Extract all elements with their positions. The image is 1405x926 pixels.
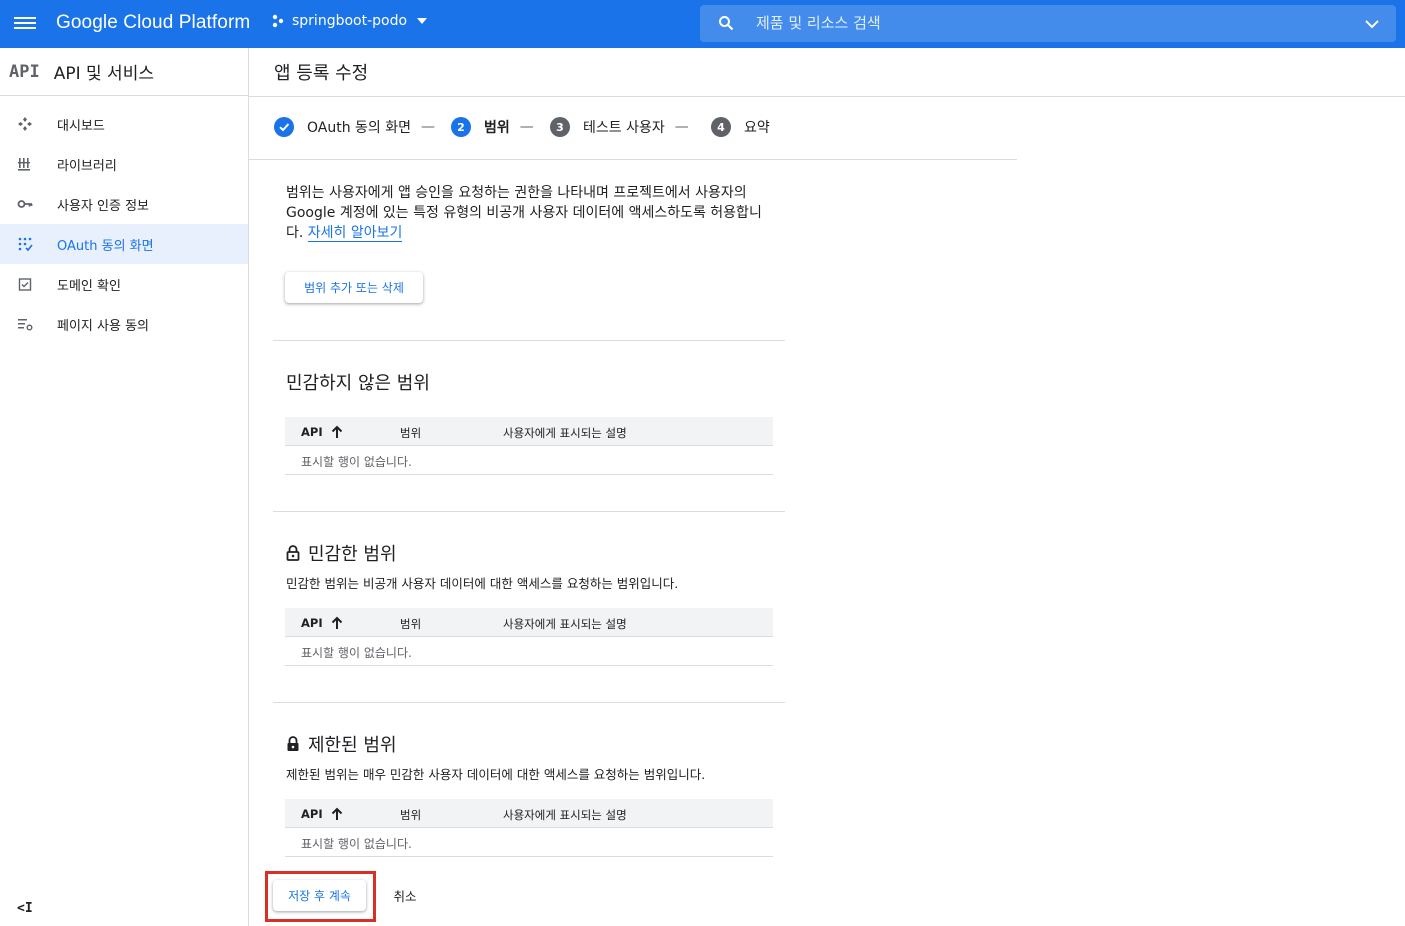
step-label: 테스트 사용자 (583, 120, 665, 136)
section-title: 민감하지 않은 범위 (286, 369, 430, 395)
column-label: API (301, 807, 323, 821)
project-name: springboot-podo (292, 13, 408, 29)
section-subtitle: 제한된 범위는 매우 민감한 사용자 데이터에 대한 액세스를 요청하는 범위입… (286, 767, 706, 782)
scopes-table: API 범위 사용자에게 표시되는 설명 표시할 행이 없습니다. (285, 799, 773, 857)
column-api[interactable]: API (301, 807, 343, 821)
domain-check-icon (18, 278, 32, 291)
main-content: 앱 등록 수정 OAuth 동의 화면 — 2 범위 — 3 테스트 사용자 —… (249, 48, 1405, 926)
step-number: 3 (550, 117, 570, 137)
restricted-scopes-section: 제한된 범위 제한된 범위는 매우 민감한 사용자 데이터에 대한 액세스를 요… (273, 702, 785, 872)
step-separator: — (674, 119, 689, 135)
arrow-up-icon (331, 425, 342, 438)
menu-icon[interactable] (14, 14, 36, 34)
add-remove-scopes-button[interactable]: 범위 추가 또는 삭제 (285, 272, 423, 303)
table-header: API 범위 사용자에게 표시되는 설명 (285, 799, 773, 828)
step-number: 2 (451, 117, 471, 137)
sidebar: API API 및 서비스 대시보드 라이브러리 사용자 인증 정보 OAuth… (0, 48, 249, 926)
sidebar-title: API 및 서비스 (53, 64, 154, 84)
sidebar-item-label: 도메인 확인 (57, 278, 121, 294)
page-settings-icon (18, 319, 33, 331)
sidebar-item-domain-verification[interactable]: 도메인 확인 (0, 264, 248, 304)
lock-icon (287, 736, 299, 751)
api-logo: API (9, 61, 40, 82)
step-test-users[interactable]: 3 테스트 사용자 — (550, 117, 689, 137)
chevron-down-icon[interactable] (1365, 17, 1379, 31)
sidebar-item-label: 라이브러리 (57, 158, 117, 174)
scope-description: 범위는 사용자에게 앱 승인을 요청하는 권한을 나타내며 프로젝트에서 사용자… (286, 183, 776, 243)
step-label: 요약 (744, 120, 770, 136)
dashboard-icon (18, 117, 32, 131)
sidebar-item-label: 페이지 사용 동의 (57, 318, 149, 334)
scopes-table: API 범위 사용자에게 표시되는 설명 표시할 행이 없습니다. (285, 608, 773, 666)
step-number: 4 (711, 117, 731, 137)
step-label: OAuth 동의 화면 (307, 120, 412, 136)
save-and-continue-button[interactable]: 저장 후 계속 (273, 880, 366, 911)
sensitive-scopes-section: 민감한 범위 민감한 범위는 비공개 사용자 데이터에 대한 액세스를 요청하는… (273, 511, 785, 702)
column-description: 사용자에게 표시되는 설명 (503, 426, 627, 440)
step-separator: — (519, 119, 534, 135)
arrow-up-icon (331, 616, 342, 629)
search-icon (719, 16, 734, 31)
section-subtitle: 민감한 범위는 비공개 사용자 데이터에 대한 액세스를 요청하는 범위입니다. (286, 576, 679, 591)
table-empty-row: 표시할 행이 없습니다. (285, 637, 773, 666)
column-scope: 범위 (400, 617, 422, 631)
check-circle-icon (274, 117, 294, 137)
sidebar-item-page-consent[interactable]: 페이지 사용 동의 (0, 304, 248, 344)
empty-text: 표시할 행이 없습니다. (301, 837, 412, 851)
section-title-text: 민감하지 않은 범위 (286, 373, 430, 394)
top-app-bar: Google Cloud Platform springboot-podo (0, 0, 1405, 48)
sidebar-item-library[interactable]: 라이브러리 (0, 144, 248, 184)
sidebar-item-label: 대시보드 (57, 118, 105, 134)
learn-more-link[interactable]: 자세히 알아보기 (307, 225, 403, 242)
section-title: 제한된 범위 (286, 731, 397, 757)
sidebar-item-oauth-consent[interactable]: OAuth 동의 화면 (0, 224, 248, 264)
scopes-table: API 범위 사용자에게 표시되는 설명 표시할 행이 없습니다. (285, 417, 773, 475)
sidebar-header: API API 및 서비스 (0, 48, 248, 96)
column-api[interactable]: API (301, 425, 343, 439)
sidebar-nav: 대시보드 라이브러리 사용자 인증 정보 OAuth 동의 화면 도메인 확인 … (0, 104, 248, 344)
sidebar-item-label: OAuth 동의 화면 (57, 238, 154, 254)
lock-open-outline-icon (286, 545, 300, 561)
empty-text: 표시할 행이 없습니다. (301, 455, 412, 469)
step-label: 범위 (484, 120, 510, 136)
column-label: API (301, 616, 323, 630)
column-scope: 범위 (400, 426, 422, 440)
table-header: API 범위 사용자에게 표시되는 설명 (285, 417, 773, 446)
sidebar-item-credentials[interactable]: 사용자 인증 정보 (0, 184, 248, 224)
search-box[interactable] (700, 5, 1396, 42)
section-title-text: 제한된 범위 (308, 735, 397, 756)
sidebar-item-dashboard[interactable]: 대시보드 (0, 104, 248, 144)
column-description: 사용자에게 표시되는 설명 (503, 808, 627, 822)
column-api[interactable]: API (301, 616, 343, 630)
arrow-up-icon (331, 807, 342, 820)
brand-title[interactable]: Google Cloud Platform (56, 12, 250, 34)
cancel-button[interactable]: 취소 (383, 880, 427, 911)
table-empty-row: 표시할 행이 없습니다. (285, 828, 773, 857)
library-icon (18, 158, 30, 171)
empty-text: 표시할 행이 없습니다. (301, 646, 412, 660)
chevron-down-icon (417, 18, 428, 24)
column-description: 사용자에게 표시되는 설명 (503, 617, 627, 631)
collapse-sidebar-icon[interactable]: <I (17, 901, 33, 916)
project-icon (272, 14, 284, 28)
table-empty-row: 표시할 행이 없습니다. (285, 446, 773, 475)
table-header: API 범위 사용자에게 표시되는 설명 (285, 608, 773, 637)
step-oauth-consent[interactable]: OAuth 동의 화면 — (274, 117, 435, 137)
project-selector[interactable]: springboot-podo (271, 13, 428, 29)
step-summary[interactable]: 4 요약 (711, 117, 770, 137)
search-input[interactable] (756, 10, 1336, 36)
oauth-icon (18, 237, 33, 252)
stepper: OAuth 동의 화면 — 2 범위 — 3 테스트 사용자 — 4 요약 (249, 97, 1017, 160)
column-label: API (301, 425, 323, 439)
section-title: 민감한 범위 (286, 540, 397, 566)
key-icon (17, 200, 33, 208)
section-title-text: 민감한 범위 (308, 544, 397, 565)
page-title-bar: 앱 등록 수정 (249, 48, 1405, 97)
column-scope: 범위 (400, 808, 422, 822)
step-separator: — (421, 119, 436, 135)
step-scopes[interactable]: 2 범위 — (451, 117, 534, 137)
sidebar-item-label: 사용자 인증 정보 (57, 198, 149, 214)
page-title: 앱 등록 수정 (274, 63, 369, 84)
non-sensitive-scopes-section: 민감하지 않은 범위 API 범위 사용자에게 표시되는 설명 표시할 행이 없… (273, 340, 785, 511)
